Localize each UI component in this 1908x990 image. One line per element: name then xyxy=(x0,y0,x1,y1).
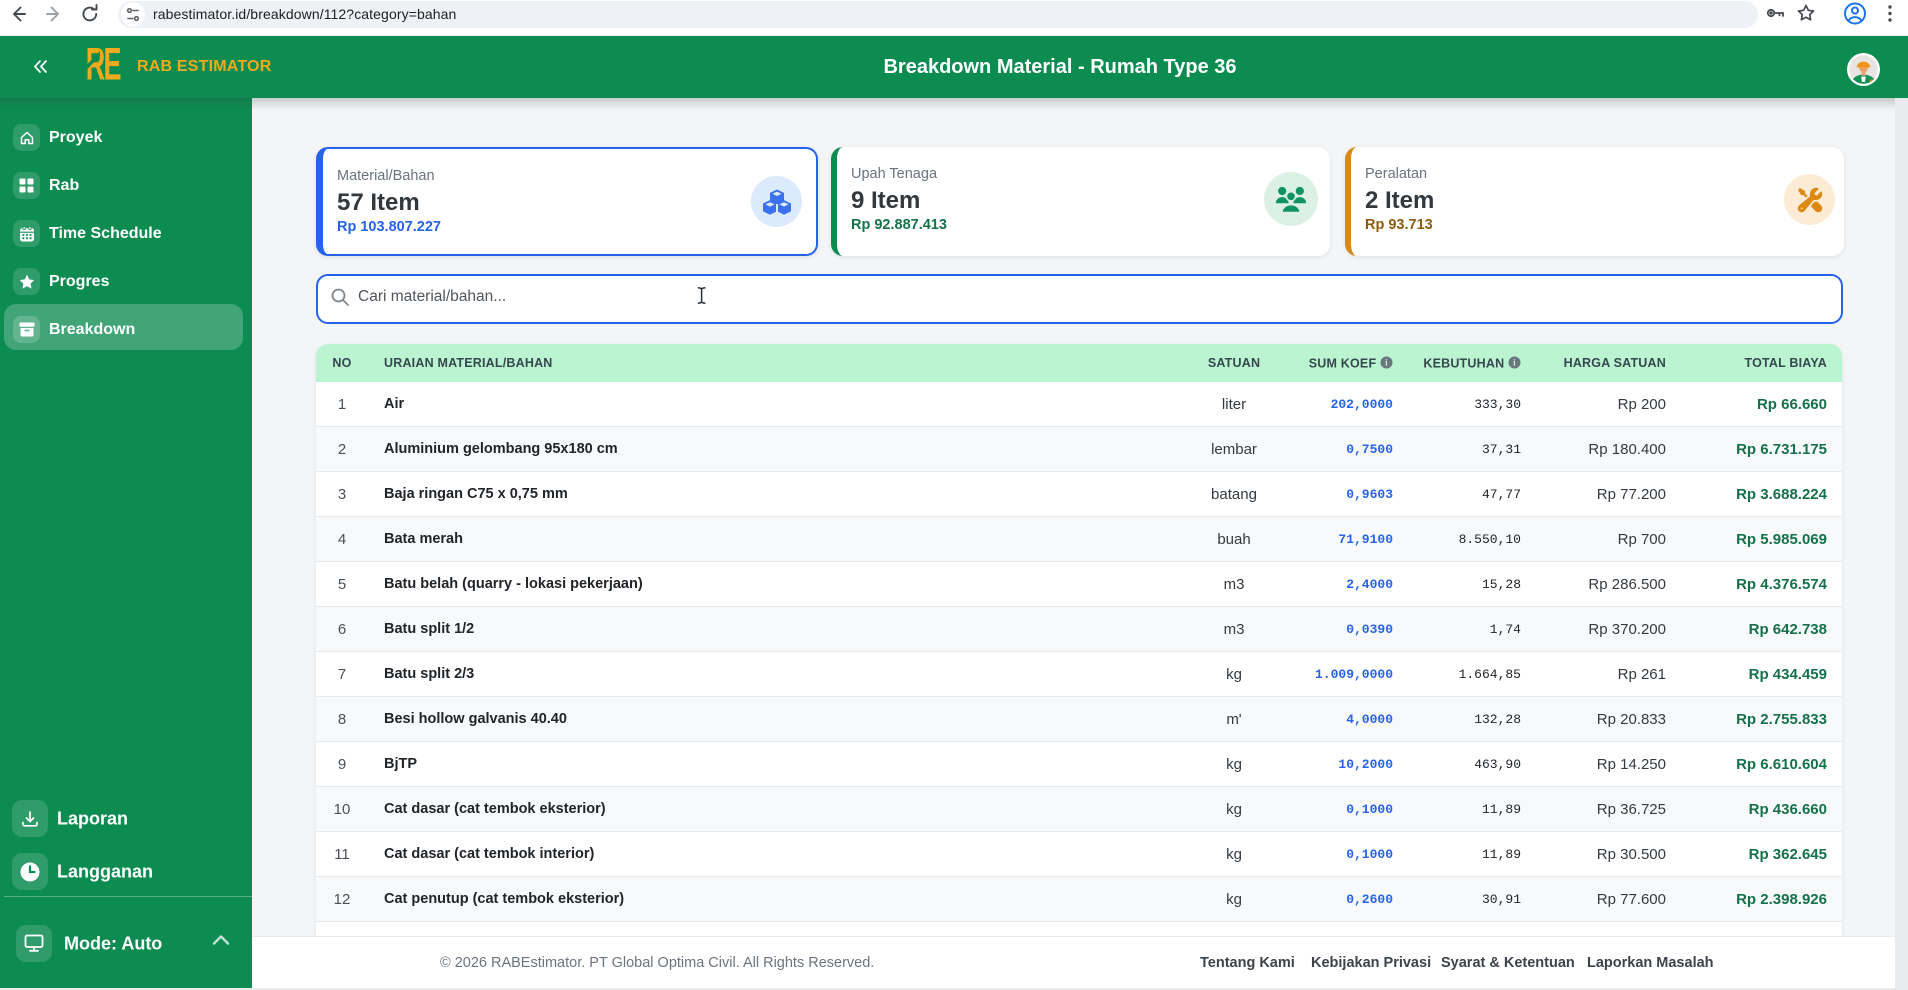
svg-text:i: i xyxy=(1385,358,1388,368)
svg-text:i: i xyxy=(1513,358,1516,368)
